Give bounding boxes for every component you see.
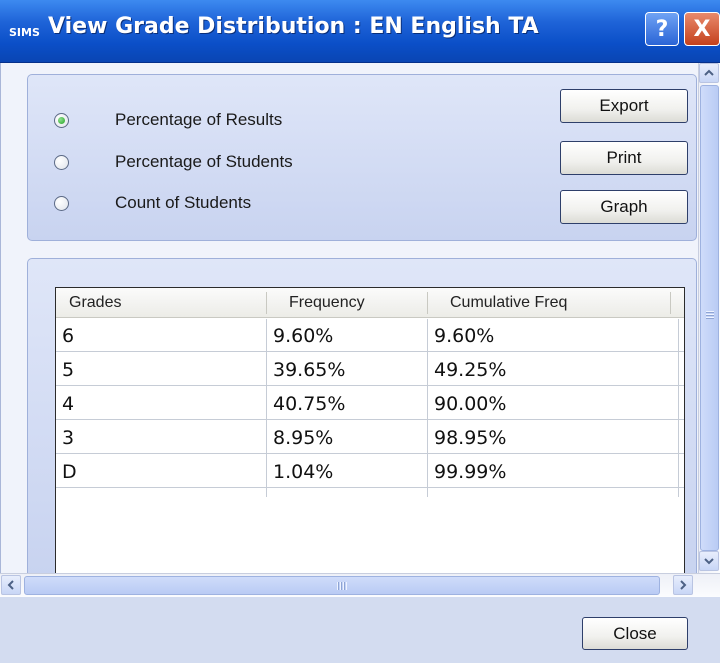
frequency-cell: 40.75%: [273, 392, 346, 415]
cumulative-freq-cell: 49.25%: [434, 358, 507, 381]
close-icon: X: [693, 16, 711, 42]
dialog-footer: Close: [0, 597, 720, 663]
table-header: Grades Frequency Cumulative Freq: [56, 288, 684, 318]
radio-count-of-students[interactable]: Count of Students: [54, 193, 251, 213]
frequency-cell: 8.95%: [273, 426, 334, 449]
column-header-cumulative-freq[interactable]: Cumulative Freq: [428, 288, 670, 318]
scroll-up-button[interactable]: [699, 63, 719, 83]
vertical-scrollbar[interactable]: [698, 63, 720, 573]
column-header-frequency[interactable]: Frequency: [267, 288, 427, 318]
vertical-scroll-thumb[interactable]: [700, 85, 719, 551]
options-panel: Percentage of Results Percentage of Stud…: [27, 74, 697, 241]
export-button[interactable]: Export: [560, 89, 688, 123]
grade-cell: 6: [62, 324, 75, 347]
help-button[interactable]: ?: [645, 12, 679, 46]
table-row[interactable]: 5 39.65% 49.25%: [56, 353, 684, 386]
window-body: Percentage of Results Percentage of Stud…: [0, 63, 720, 663]
column-divider[interactable]: [670, 292, 671, 314]
radio-button[interactable]: [54, 112, 69, 128]
grade-cell: 3: [62, 426, 75, 449]
cumulative-freq-cell: 98.95%: [434, 426, 507, 449]
scrollable-content: Percentage of Results Percentage of Stud…: [0, 63, 698, 577]
scroll-right-button[interactable]: [673, 575, 693, 595]
scroll-down-button[interactable]: [699, 551, 719, 571]
chevron-left-icon: [7, 580, 14, 590]
radio-button[interactable]: [54, 154, 69, 170]
cumulative-freq-cell: 99.99%: [434, 460, 507, 483]
radio-label: Count of Students: [115, 193, 252, 212]
grip-icon: [337, 582, 347, 590]
table-row[interactable]: 6 9.60% 9.60%: [56, 319, 684, 352]
table-row[interactable]: D 1.04% 99.99%: [56, 455, 684, 488]
frequency-cell: 39.65%: [273, 358, 346, 381]
radio-button[interactable]: [54, 195, 69, 211]
window-title: View Grade Distribution : EN English TA: [48, 14, 539, 39]
radio-label: Percentage of Results: [115, 110, 283, 129]
radio-percentage-of-students[interactable]: Percentage of Students: [54, 152, 293, 172]
help-icon: ?: [655, 16, 669, 42]
grade-cell: D: [62, 460, 77, 483]
chevron-down-icon: [704, 558, 714, 565]
sims-app-icon: SIMS: [9, 26, 40, 39]
radio-percentage-of-results[interactable]: Percentage of Results: [54, 110, 282, 130]
grade-cell: 5: [62, 358, 75, 381]
frequency-cell: 9.60%: [273, 324, 334, 347]
graph-button[interactable]: Graph: [560, 190, 688, 224]
window-close-button[interactable]: X: [684, 12, 720, 46]
chevron-right-icon: [680, 580, 687, 590]
radio-label: Percentage of Students: [115, 152, 293, 171]
horizontal-scroll-thumb[interactable]: [24, 576, 660, 595]
chevron-up-icon: [704, 69, 714, 76]
print-button[interactable]: Print: [560, 141, 688, 175]
cumulative-freq-cell: 90.00%: [434, 392, 507, 415]
scroll-left-button[interactable]: [1, 575, 21, 595]
title-bar[interactable]: SIMS View Grade Distribution : EN Englis…: [0, 0, 720, 63]
cumulative-freq-cell: 9.60%: [434, 324, 495, 347]
close-button[interactable]: Close: [582, 617, 688, 650]
radio-selected-dot: [58, 116, 65, 124]
column-header-grades[interactable]: Grades: [56, 288, 266, 318]
grade-cell: 4: [62, 392, 75, 415]
grid-panel: Grades Frequency Cumulative Freq 6 9.60%…: [27, 258, 697, 577]
table-row[interactable]: 3 8.95% 98.95%: [56, 421, 684, 454]
grip-icon: [706, 311, 714, 320]
grade-distribution-table[interactable]: Grades Frequency Cumulative Freq 6 9.60%…: [55, 287, 685, 577]
horizontal-scrollbar[interactable]: [0, 573, 720, 597]
table-row[interactable]: 4 40.75% 90.00%: [56, 387, 684, 420]
frequency-cell: 1.04%: [273, 460, 334, 483]
